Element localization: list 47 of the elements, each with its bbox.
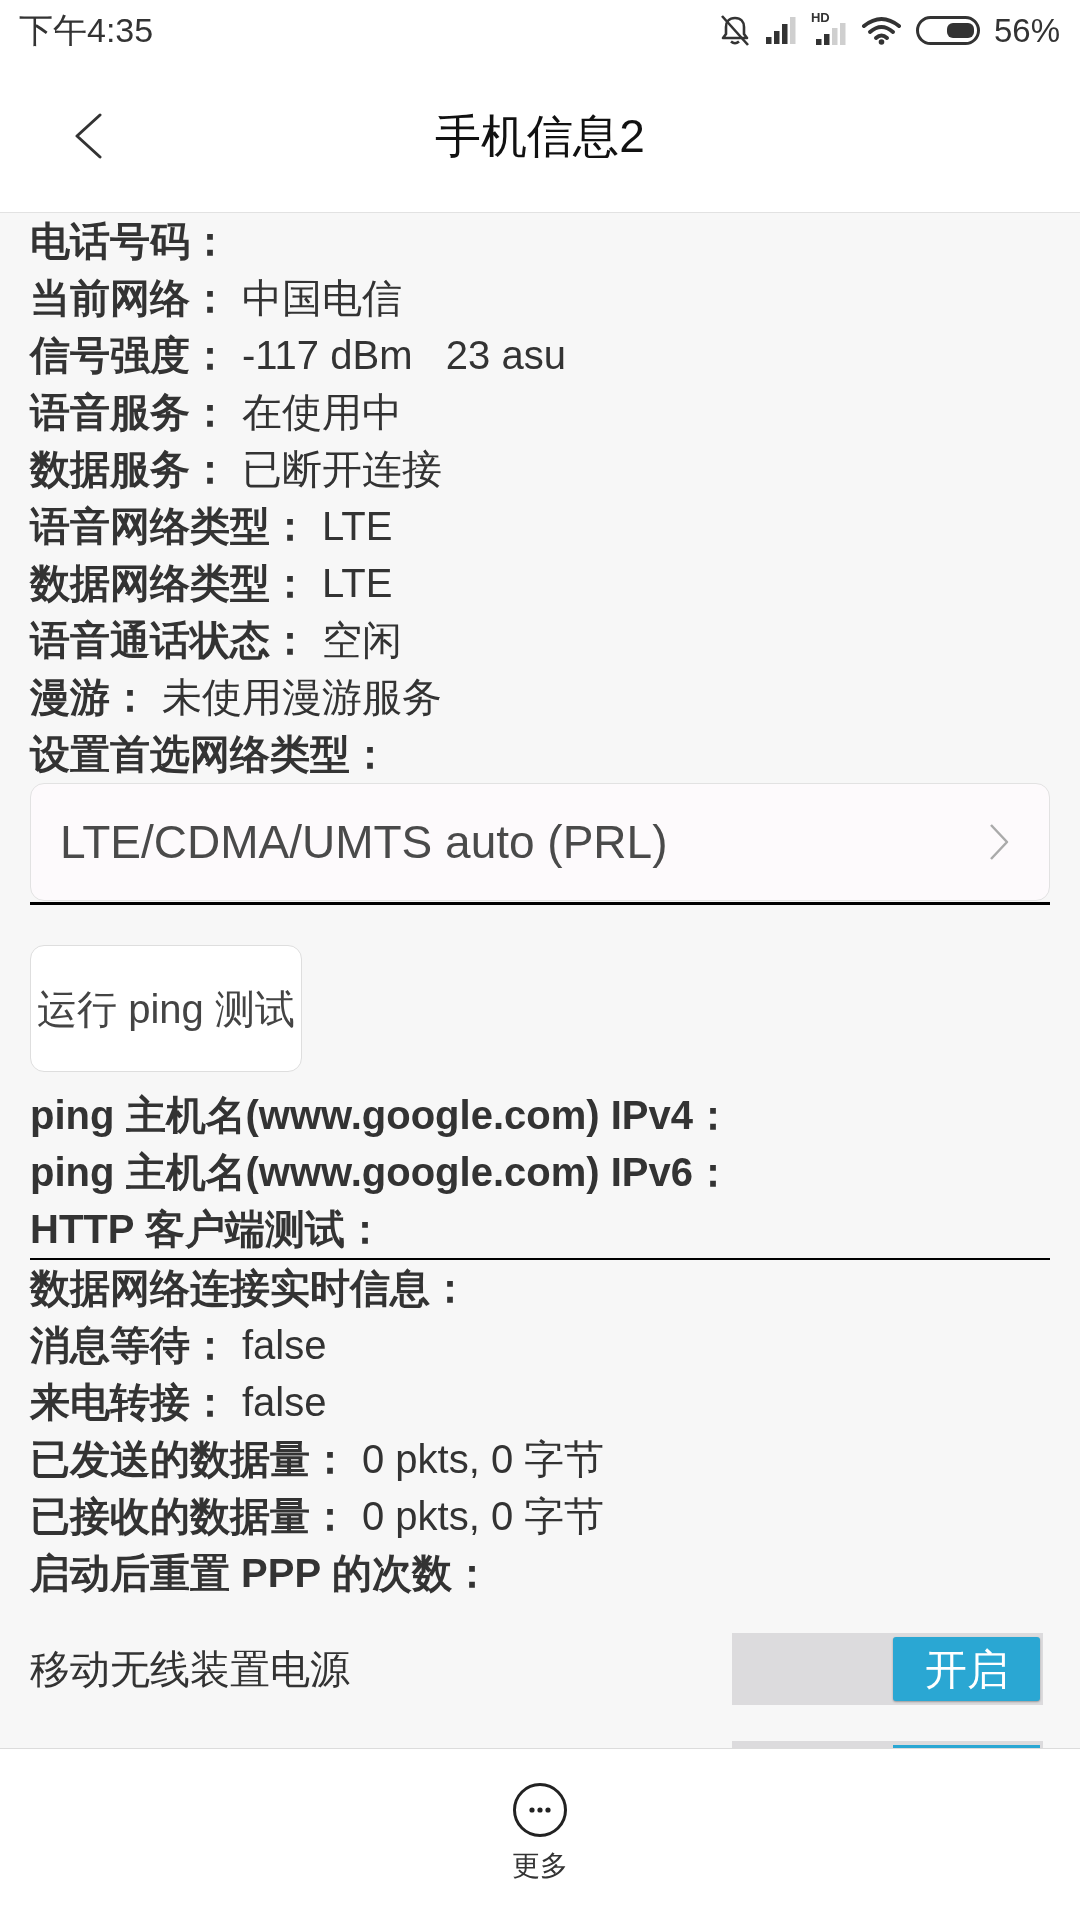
chevron-right-icon bbox=[989, 823, 1009, 861]
info-value: 已断开连接 bbox=[242, 446, 442, 493]
info-label: 语音通话状态： bbox=[30, 617, 310, 664]
more-button[interactable]: 更多 bbox=[512, 1749, 568, 1883]
info-value: 空闲 bbox=[322, 617, 402, 664]
info-label: ping 主机名(www.google.com) IPv4： bbox=[30, 1092, 733, 1139]
info-label: 语音服务： bbox=[30, 389, 230, 436]
info-label: 电话号码： bbox=[30, 218, 230, 265]
info-value: 中国电信 bbox=[242, 275, 402, 322]
status-time: 下午4:35 bbox=[19, 13, 154, 47]
info-label: HTTP 客户端测试： bbox=[30, 1206, 385, 1253]
info-value: 未使用漫游服务 bbox=[162, 674, 442, 721]
signal-icon bbox=[765, 16, 797, 44]
battery-icon bbox=[915, 15, 980, 45]
info-value: false bbox=[242, 1322, 327, 1369]
info-value: 在使用中 bbox=[242, 389, 402, 436]
info-label: 数据网络类型： bbox=[30, 560, 310, 607]
wifi-icon bbox=[860, 15, 902, 45]
info-value: 0 pkts, 0 字节 bbox=[362, 1493, 605, 1540]
network-type-dropdown[interactable]: LTE/CDMA/UMTS auto (PRL) bbox=[30, 783, 1050, 901]
info-label: 当前网络： bbox=[30, 275, 230, 322]
info-label: 数据服务： bbox=[30, 446, 230, 493]
info-label: 已发送的数据量： bbox=[30, 1436, 350, 1483]
page-title: 手机信息2 bbox=[435, 113, 645, 159]
info-label: ping 主机名(www.google.com) IPv6： bbox=[30, 1149, 733, 1196]
info-label: 已接收的数据量： bbox=[30, 1493, 350, 1540]
toggle-switch[interactable] bbox=[732, 1741, 1043, 1748]
toggle-label: 移动无线装置电源 bbox=[30, 1646, 350, 1693]
info-value: false bbox=[242, 1379, 327, 1426]
info-label: 数据网络连接实时信息： bbox=[30, 1265, 470, 1312]
info-label: 启动后重置 PPP 的次数： bbox=[30, 1550, 492, 1597]
network-type-label: HD bbox=[810, 11, 830, 24]
more-icon bbox=[513, 1783, 567, 1837]
info-label: 来电转接： bbox=[30, 1379, 230, 1426]
info-label: 语音网络类型： bbox=[30, 503, 310, 550]
ping-button[interactable]: 运行 ping 测试 bbox=[30, 945, 302, 1072]
info-label: 设置首选网络类型： bbox=[30, 731, 390, 778]
info-value: 0 pkts, 0 字节 bbox=[362, 1436, 605, 1483]
info-label: 漫游： bbox=[30, 674, 150, 721]
info-value: LTE bbox=[322, 560, 393, 607]
battery-percent: 56% bbox=[993, 13, 1060, 47]
back-icon[interactable] bbox=[74, 113, 102, 159]
info-label: 信号强度： bbox=[30, 332, 230, 379]
info-value: -117 dBm 23 asu bbox=[242, 332, 566, 379]
info-label: 消息等待： bbox=[30, 1322, 230, 1369]
info-value: LTE bbox=[322, 503, 393, 550]
signal-icon bbox=[815, 23, 847, 45]
